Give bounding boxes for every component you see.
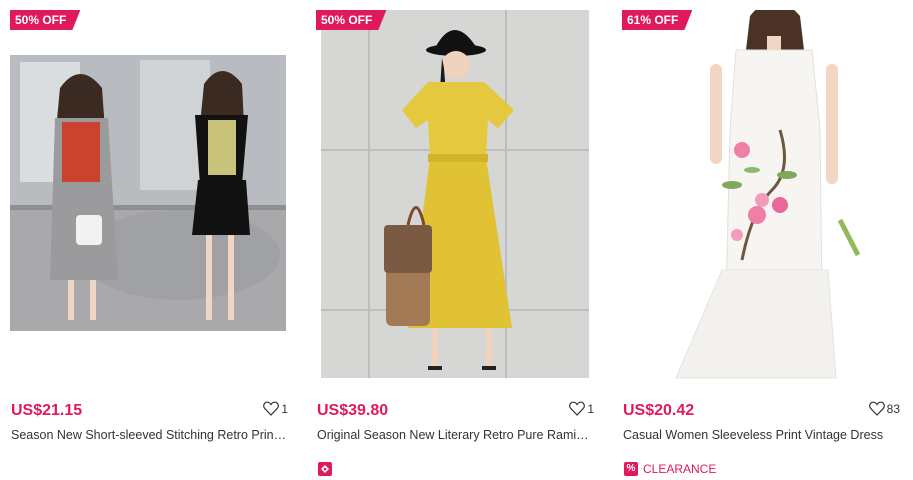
product-card[interactable]: 50% OFF US$21.15 1 Season New Short-slee… <box>10 10 300 480</box>
product-title[interactable]: Casual Women Sleeveless Print Vintage Dr… <box>623 428 901 442</box>
wishlist-count: 83 <box>886 401 900 416</box>
wishlist-button[interactable]: 1 <box>263 401 288 416</box>
product-price: US$39.80 <box>317 402 389 419</box>
promo-tag <box>318 462 332 476</box>
product-image-link[interactable]: 50% OFF <box>10 10 288 380</box>
product-card[interactable]: 61% OFF US$20.42 83 Casual Women Sleevel… <box>622 10 912 480</box>
product-image-link[interactable]: 50% OFF <box>316 10 594 380</box>
product-image[interactable] <box>316 10 594 380</box>
product-image[interactable] <box>622 10 900 380</box>
product-price: US$20.42 <box>623 402 695 419</box>
heart-icon <box>263 401 280 416</box>
wishlist-button[interactable]: 83 <box>868 401 900 416</box>
discount-badge: 61% OFF <box>622 10 692 30</box>
product-grid: 50% OFF US$21.15 1 Season New Short-slee… <box>0 0 913 480</box>
discount-badge: 50% OFF <box>10 10 80 30</box>
product-image-link[interactable]: 61% OFF <box>622 10 900 380</box>
promo-icon <box>318 462 332 476</box>
clearance-tag: % CLEARANCE <box>624 462 716 476</box>
product-title[interactable]: Original Season New Literary Retro Pure … <box>317 428 595 442</box>
percent-icon: % <box>624 462 638 476</box>
wishlist-count: 1 <box>587 401 594 416</box>
wishlist-count: 1 <box>281 401 288 416</box>
heart-icon <box>868 401 885 416</box>
product-card[interactable]: 50% OFF US$39.80 1 Original Season New L… <box>316 10 606 480</box>
product-image[interactable] <box>10 10 288 380</box>
heart-icon <box>569 401 586 416</box>
product-price: US$21.15 <box>11 402 83 419</box>
clearance-label: CLEARANCE <box>643 462 717 476</box>
wishlist-button[interactable]: 1 <box>569 401 594 416</box>
discount-badge: 50% OFF <box>316 10 386 30</box>
product-title[interactable]: Season New Short-sleeved Stitching Retro… <box>11 428 289 442</box>
